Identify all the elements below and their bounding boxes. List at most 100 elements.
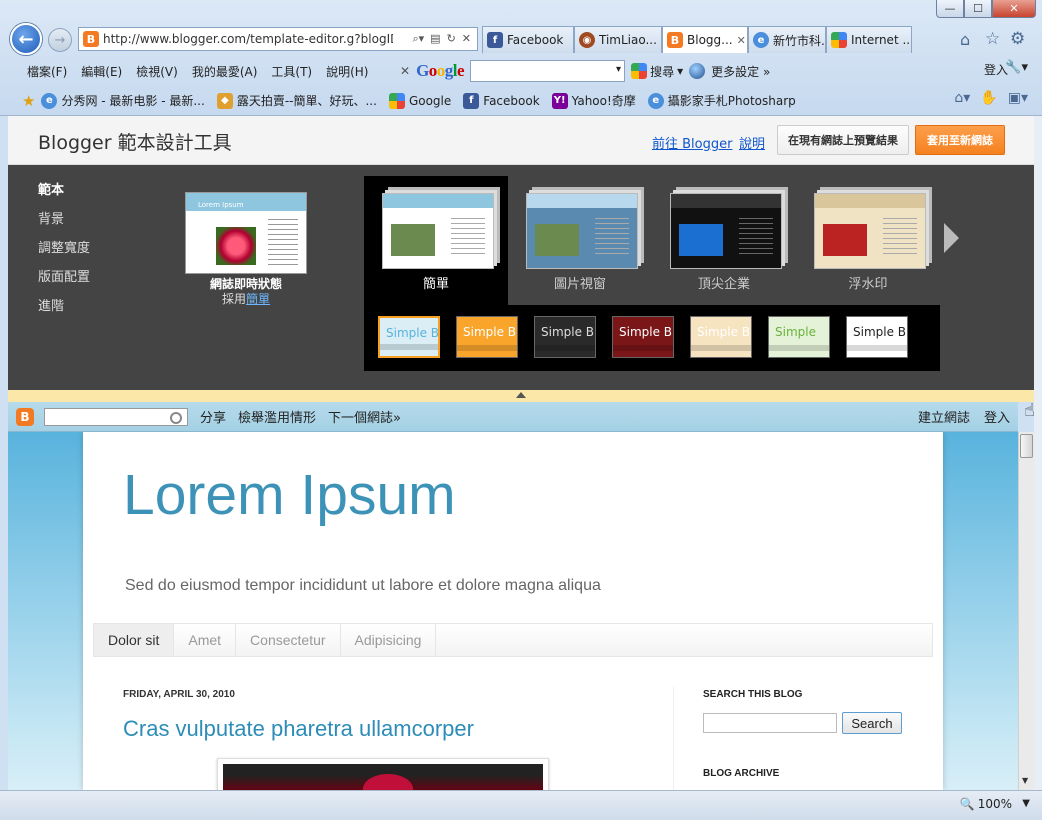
- next-templates-arrow-icon[interactable]: [944, 223, 959, 253]
- browser-tab[interactable]: e 新竹市科...: [748, 26, 826, 53]
- style-variant-label: Simple B: [619, 325, 673, 339]
- close-tab-icon[interactable]: ✕: [737, 34, 746, 47]
- side-nav-width[interactable]: 調整寬度: [38, 237, 90, 256]
- google-search-input[interactable]: [470, 60, 626, 82]
- blog-title[interactable]: Lorem Ipsum: [123, 462, 456, 528]
- address-bar[interactable]: B http://www.blogger.com/template-editor…: [78, 27, 478, 51]
- chevron-down-icon[interactable]: ▼: [1022, 798, 1030, 809]
- share-link[interactable]: 分享: [200, 407, 226, 426]
- close-window-button[interactable]: ✕: [992, 0, 1036, 18]
- favorite-link[interactable]: ◆ 露天拍賣--簡單、好玩、...: [211, 92, 383, 109]
- blogger-icon[interactable]: B: [16, 407, 34, 426]
- collapse-panel-strip[interactable]: [8, 390, 1034, 402]
- template-thumbnail[interactable]: [382, 193, 494, 269]
- browser-tab[interactable]: Internet ...: [826, 26, 912, 53]
- browser-tab-label: Blogg...: [687, 33, 733, 47]
- template-label[interactable]: 頂尖企業: [652, 273, 796, 292]
- menu-item[interactable]: 我的最愛(A): [185, 63, 265, 80]
- post-title[interactable]: Cras vulputate pharetra ullamcorper: [123, 716, 474, 742]
- scroll-down-icon[interactable]: ▼: [1022, 776, 1028, 785]
- side-nav-background[interactable]: 背景: [38, 208, 64, 227]
- apply-to-blog-button[interactable]: 套用至新網誌: [915, 125, 1005, 155]
- style-variant-thumbnail[interactable]: Simple B: [612, 316, 674, 358]
- style-variant-thumbnail[interactable]: Simple Blo: [846, 316, 908, 358]
- create-blog-link[interactable]: 建立網誌: [918, 407, 970, 426]
- template-label[interactable]: 圖片視窗: [508, 273, 652, 292]
- refresh-icon[interactable]: ↻: [447, 32, 456, 46]
- menu-item[interactable]: 檔案(F): [20, 63, 74, 80]
- hand-cursor-icon: ☝: [1024, 400, 1035, 421]
- template-thumbnail[interactable]: [526, 193, 638, 269]
- zoom-icon: 🔍: [959, 797, 975, 811]
- help-link[interactable]: 說明: [739, 133, 765, 152]
- home-icon[interactable]: ⌂▾: [954, 90, 970, 106]
- favorite-link[interactable]: Google: [383, 92, 457, 109]
- hand-icon[interactable]: ✋: [980, 90, 997, 106]
- navbar-login-link[interactable]: 登入: [984, 407, 1010, 426]
- go-to-blogger-link[interactable]: 前往 Blogger: [652, 133, 732, 152]
- template-thumbnail[interactable]: [814, 193, 926, 269]
- favorite-link[interactable]: e 攝影家手札Photosharp: [642, 92, 802, 109]
- favorite-link[interactable]: e 分秀网 - 最新电影 - 最新...: [35, 92, 210, 109]
- favorite-label: Yahoo!奇摩: [571, 94, 636, 108]
- side-nav-layout[interactable]: 版面配置: [38, 266, 90, 285]
- address-url[interactable]: http://www.blogger.com/template-editor.g…: [103, 32, 393, 46]
- live-blog-thumbnail[interactable]: Lorem Ipsum: [185, 192, 307, 274]
- style-variant-thumbnail[interactable]: Simple B: [456, 316, 518, 358]
- home-icon[interactable]: ⌂: [960, 30, 970, 49]
- preview-on-blog-button[interactable]: 在現有網誌上預覽結果: [777, 125, 909, 155]
- favorites-star-icon[interactable]: ☆: [985, 29, 1000, 49]
- minimize-button[interactable]: —: [936, 0, 964, 18]
- vertical-scrollbar[interactable]: ▼: [1018, 432, 1034, 790]
- window-scrollbar[interactable]: [1034, 116, 1042, 790]
- blog-search-input[interactable]: [703, 713, 837, 733]
- menu-item[interactable]: 說明(H): [319, 63, 375, 80]
- search-icon[interactable]: ⌕▾: [412, 32, 424, 46]
- zoom-control[interactable]: 🔍 100%: [960, 797, 1012, 811]
- forward-button[interactable]: →: [48, 28, 72, 52]
- favorite-link[interactable]: f Facebook: [457, 92, 545, 109]
- template-thumbnail[interactable]: [670, 193, 782, 269]
- maximize-button[interactable]: ☐: [964, 0, 992, 18]
- live-template-link[interactable]: 簡單: [246, 292, 270, 306]
- flower-image: [216, 227, 256, 265]
- more-settings-button[interactable]: 更多設定 »: [711, 63, 770, 80]
- menu-item[interactable]: 檢視(V): [129, 63, 185, 80]
- side-nav-template[interactable]: 範本: [38, 179, 64, 198]
- favorite-link[interactable]: Y! Yahoo!奇摩: [546, 92, 642, 109]
- gear-icon[interactable]: ⚙: [1010, 29, 1025, 49]
- close-toolbar-icon[interactable]: ✕: [400, 64, 410, 78]
- navbar-search-input[interactable]: [44, 407, 188, 426]
- compat-view-icon[interactable]: ▤: [430, 32, 440, 46]
- template-label[interactable]: 浮水印: [796, 273, 940, 292]
- style-variant-thumbnail[interactable]: Simple: [768, 316, 830, 358]
- rss-icon[interactable]: ▣▾: [1008, 90, 1028, 106]
- back-button[interactable]: ←: [10, 23, 42, 55]
- style-variant-thumbnail[interactable]: Simple Blo: [690, 316, 752, 358]
- globe-icon[interactable]: [689, 63, 706, 79]
- browser-tab[interactable]: ◉ TimLiao...: [574, 26, 662, 53]
- blog-page-tab[interactable]: Adipisicing: [341, 624, 437, 656]
- side-nav-advanced[interactable]: 進階: [38, 295, 64, 314]
- browser-tab[interactable]: B Blogg... ✕: [662, 26, 748, 53]
- menu-item[interactable]: 編輯(E): [74, 63, 129, 80]
- menu-item[interactable]: 工具(T): [264, 63, 319, 80]
- collapse-up-icon[interactable]: [516, 392, 526, 398]
- style-variant-label: Simple: [775, 325, 816, 339]
- blog-page-tab[interactable]: Amet: [174, 624, 237, 656]
- style-variant-thumbnail[interactable]: Simple B: [378, 316, 440, 358]
- template-label[interactable]: 簡單: [364, 273, 508, 292]
- blog-search-button[interactable]: Search: [842, 712, 902, 734]
- report-abuse-link[interactable]: 檢舉濫用情形: [238, 407, 316, 426]
- next-blog-link[interactable]: 下一個網誌»: [328, 407, 401, 426]
- wrench-icon[interactable]: 🔧▾: [1005, 60, 1028, 75]
- google-search-button[interactable]: 搜尋 ▾: [631, 63, 683, 80]
- blog-page-tab[interactable]: Dolor sit: [94, 624, 175, 656]
- blog-page-tab[interactable]: Consectetur: [236, 624, 341, 656]
- stop-icon[interactable]: ✕: [462, 32, 471, 46]
- style-variant-thumbnail[interactable]: Simple B: [534, 316, 596, 358]
- ruten-icon: ◆: [216, 92, 233, 109]
- favorites-add-icon[interactable]: ★: [0, 92, 35, 110]
- scrollbar-thumb[interactable]: [1020, 434, 1033, 458]
- browser-tab[interactable]: f Facebook: [482, 26, 574, 53]
